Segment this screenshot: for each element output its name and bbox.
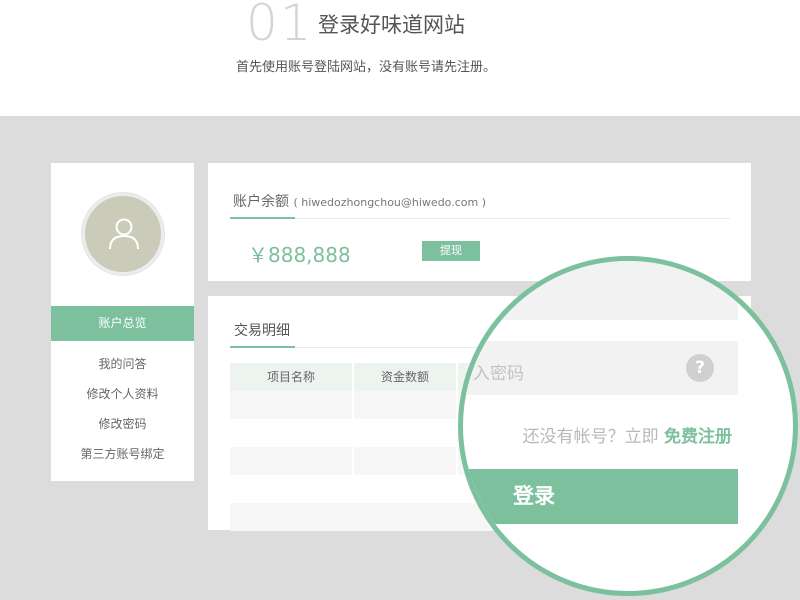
divider [295,218,730,219]
balance-title: 账户余额 ( hiwedozhongchou@hiwedo.com ) [233,191,486,211]
account-email: ( hiwedozhongchou@hiwedo.com ) [293,196,486,209]
balance-title-label: 账户余额 [233,194,289,210]
zoomed-login-form: 入密码 ? 还没有帐号？立即 免费注册 登录 [463,261,793,591]
transactions-title-underline [230,346,295,348]
password-placeholder: 入密码 [473,364,524,384]
step-description: 首先使用账号登陆网站，没有账号请先注册。 [236,60,497,75]
column-separator [352,363,354,503]
column-header-project-name: 项目名称 [266,370,315,384]
user-icon [109,218,139,250]
sidebar-item-change-password[interactable]: 修改密码 [51,415,194,432]
sidebar-item-third-party-binding[interactable]: 第三方账号绑定 [51,445,194,462]
question-icon[interactable]: ? [686,354,714,382]
step-title: 登录好味道网站 [318,13,465,37]
step-header: 01 登录好味道网站 首先使用账号登陆网站，没有账号请先注册。 [0,0,800,116]
avatar[interactable] [82,193,164,275]
account-sidebar: 账户总览 我的问答 修改个人资料 修改密码 第三方账号绑定 [51,163,194,481]
username-field[interactable] [463,261,738,320]
magnifier-callout: 入密码 ? 还没有帐号？立即 免费注册 登录 [458,256,798,596]
transactions-title: 交易明细 [234,323,290,339]
register-link[interactable]: 免费注册 [664,427,732,447]
sidebar-item-overview[interactable]: 账户总览 [51,306,194,341]
balance-amount: ￥888,888 [248,243,351,267]
balance-title-underline [230,217,295,219]
register-prompt: 还没有帐号？立即 免费注册 [523,422,732,447]
withdraw-button[interactable]: 提现 [422,241,480,261]
login-button[interactable]: 登录 [463,469,738,524]
column-header-amount: 资金数额 [380,370,429,384]
sidebar-item-edit-profile[interactable]: 修改个人资料 [51,385,194,402]
register-prompt-text: 还没有帐号？立即 [522,427,659,447]
sidebar-item-my-qa[interactable]: 我的问答 [51,355,194,372]
step-number: 01 [246,0,314,52]
